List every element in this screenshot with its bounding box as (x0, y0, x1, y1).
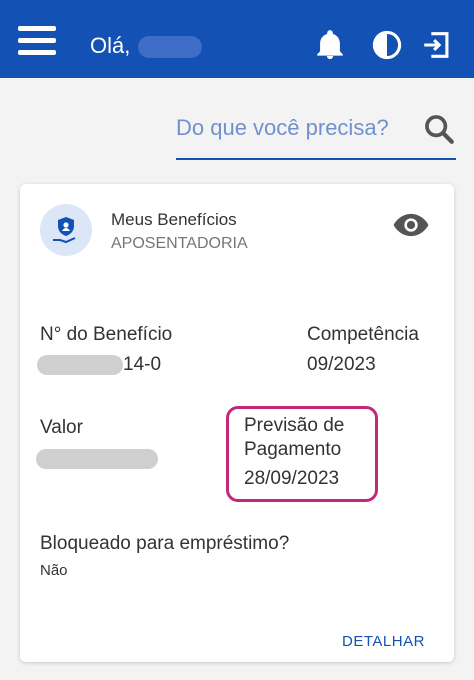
competence-value: 09/2023 (307, 354, 376, 375)
menu-icon[interactable] (18, 26, 56, 58)
greeting-text: Olá, (90, 33, 131, 58)
search-icon[interactable] (422, 112, 456, 146)
competence-label: Competência (307, 324, 419, 345)
benefit-avatar (40, 204, 92, 256)
benefit-card: Meus Benefícios APOSENTADORIA N° do Bene… (20, 184, 454, 662)
detail-link[interactable]: DETALHAR (342, 633, 425, 650)
search-input[interactable] (176, 110, 411, 146)
redacted-user-name (138, 36, 202, 58)
payment-forecast-label-line1: Previsão de (244, 415, 345, 436)
payment-forecast-label-line2: Pagamento (244, 439, 342, 460)
benefit-number-label: N° do Benefício (40, 324, 173, 345)
payment-forecast-value: 28/09/2023 (244, 468, 340, 489)
shield-hand-icon (53, 217, 76, 244)
blocked-loan-label: Bloqueado para empréstimo? (40, 533, 290, 554)
amount-label: Valor (40, 417, 83, 438)
card-subtitle: APOSENTADORIA (111, 235, 248, 252)
eye-icon[interactable] (392, 210, 430, 240)
bell-icon[interactable] (313, 28, 347, 62)
blocked-loan-value: Não (40, 562, 68, 579)
redacted-amount (36, 449, 158, 469)
logout-icon[interactable] (420, 28, 454, 62)
benefit-number-value: 14-0 (123, 354, 162, 375)
top-app-bar: Olá, (0, 0, 474, 78)
search-bar (176, 110, 456, 160)
redacted-benefit-number (37, 355, 123, 375)
card-title: Meus Benefícios (111, 210, 237, 229)
contrast-icon[interactable] (370, 28, 404, 62)
